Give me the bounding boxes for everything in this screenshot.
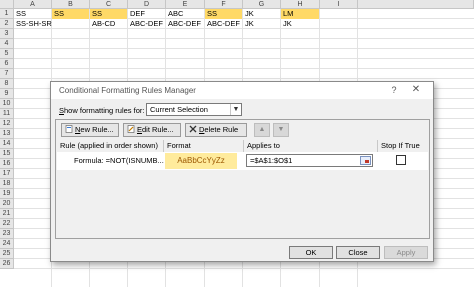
row-header-17[interactable]: 17 [0,169,14,179]
row-header-19[interactable]: 19 [0,189,14,199]
row-header-14[interactable]: 14 [0,139,14,149]
close-button[interactable]: Close [336,246,380,259]
cell-d2[interactable]: ABC-DEF [128,19,165,29]
select-all-corner[interactable] [0,0,14,9]
header-divider [243,140,244,152]
column-header-b[interactable]: B [52,0,90,9]
cell-a2[interactable]: SS-SH-SR [14,19,52,29]
column-header-i[interactable]: I [320,0,358,9]
column-header-e[interactable]: E [166,0,205,9]
column-header-c[interactable]: C [90,0,128,9]
apply-button[interactable]: Apply [384,246,428,259]
close-icon[interactable]: ✕ [408,84,424,96]
scope-value: Current Selection [150,105,208,114]
column-header-a[interactable]: A [14,0,52,9]
row-header-6[interactable]: 6 [0,59,14,69]
rule-format-preview: AaBbCcYyZz [165,153,237,169]
row-header-22[interactable]: 22 [0,219,14,229]
row-header-9[interactable]: 9 [0,89,14,99]
conditional-formatting-dialog: Conditional Formatting Rules Manager ? ✕… [50,81,434,262]
row-header-24[interactable]: 24 [0,239,14,249]
rule-description[interactable]: Formula: =NOT(ISNUMB... [74,156,164,165]
row-header-26[interactable]: 26 [0,259,14,269]
cell-b1[interactable]: SS [52,9,89,19]
cell-c2[interactable]: AB-CD [90,19,127,29]
row-header-23[interactable]: 23 [0,229,14,239]
column-header-stop-if-true: Stop If True [381,141,420,150]
applies-to-value: =$A$1:$O$1 [250,156,293,165]
column-header-filler [358,0,474,9]
cell-g1[interactable]: JK [243,9,280,19]
row-header-5[interactable]: 5 [0,49,14,59]
new-rule-icon [65,125,73,133]
applies-to-input[interactable]: =$A$1:$O$1 [246,154,373,167]
scope-dropdown[interactable]: Current Selection ▼ [146,103,242,116]
cell-h1[interactable]: LM [281,9,319,19]
row-header-10[interactable]: 10 [0,99,14,109]
row-header-20[interactable]: 20 [0,199,14,209]
cell-i2[interactable] [320,19,357,29]
new-rule-button[interactable]: New Rule... [61,123,119,137]
row-header-8[interactable]: 8 [0,79,14,89]
cell-d1[interactable]: DEF [128,9,165,19]
gridline [14,68,474,69]
edit-rule-button[interactable]: Edit Rule... [123,123,181,137]
gridline [14,38,474,39]
cell-g2[interactable]: JK [243,19,280,29]
edit-rule-icon [127,125,135,133]
row-header-1[interactable]: 1 [0,9,14,19]
row-header-16[interactable]: 16 [0,159,14,169]
gridline [14,78,474,79]
column-header-rule: Rule (applied in order shown) [60,141,158,150]
row-header-25[interactable]: 25 [0,249,14,259]
row-header-18[interactable]: 18 [0,179,14,189]
dialog-titlebar[interactable]: Conditional Formatting Rules Manager ? ✕ [51,82,433,99]
header-divider [163,140,164,152]
move-down-button[interactable]: ▼ [273,123,289,137]
cell-i1[interactable] [320,9,357,19]
column-header-g[interactable]: G [243,0,281,9]
gridline [14,58,474,59]
row-header-21[interactable]: 21 [0,209,14,219]
gridline [14,48,474,49]
column-header-format: Format [167,141,191,150]
column-header-d[interactable]: D [128,0,166,9]
row-header-3[interactable]: 3 [0,29,14,39]
cell-f1[interactable]: SS [205,9,242,19]
delete-icon [189,125,197,133]
cell-f2[interactable]: ABC-DEF [205,19,242,29]
cell-a1[interactable]: SS [14,9,51,19]
gridline [14,268,474,269]
ok-button[interactable]: OK [289,246,333,259]
column-header-f[interactable]: F [205,0,243,9]
range-select-icon[interactable] [360,156,371,165]
show-rules-label: Show formatting rules for: [59,106,145,115]
row-header-7[interactable]: 7 [0,69,14,79]
row-header-15[interactable]: 15 [0,149,14,159]
cell-e1[interactable]: ABC [166,9,204,19]
cell-c1[interactable]: SS [90,9,127,19]
rules-panel: New Rule... Edit Rule... Delete Rule ▲ ▼… [55,119,430,239]
row-header-11[interactable]: 11 [0,109,14,119]
column-header-h[interactable]: H [281,0,320,9]
cell-e2[interactable]: ABC-DEF [166,19,204,29]
header-divider [377,140,378,152]
row-header-4[interactable]: 4 [0,39,14,49]
stop-if-true-checkbox[interactable] [396,155,406,165]
delete-rule-button[interactable]: Delete Rule [185,123,247,137]
dialog-title: Conditional Formatting Rules Manager [59,86,196,95]
column-header-applies-to: Applies to [247,141,280,150]
move-up-button[interactable]: ▲ [254,123,270,137]
cell-h2[interactable]: JK [281,19,319,29]
cell-b2[interactable] [52,19,89,29]
row-header-2[interactable]: 2 [0,19,14,29]
chevron-down-icon[interactable]: ▼ [230,104,241,115]
help-button[interactable]: ? [387,84,401,96]
row-header-12[interactable]: 12 [0,119,14,129]
row-header-13[interactable]: 13 [0,129,14,139]
